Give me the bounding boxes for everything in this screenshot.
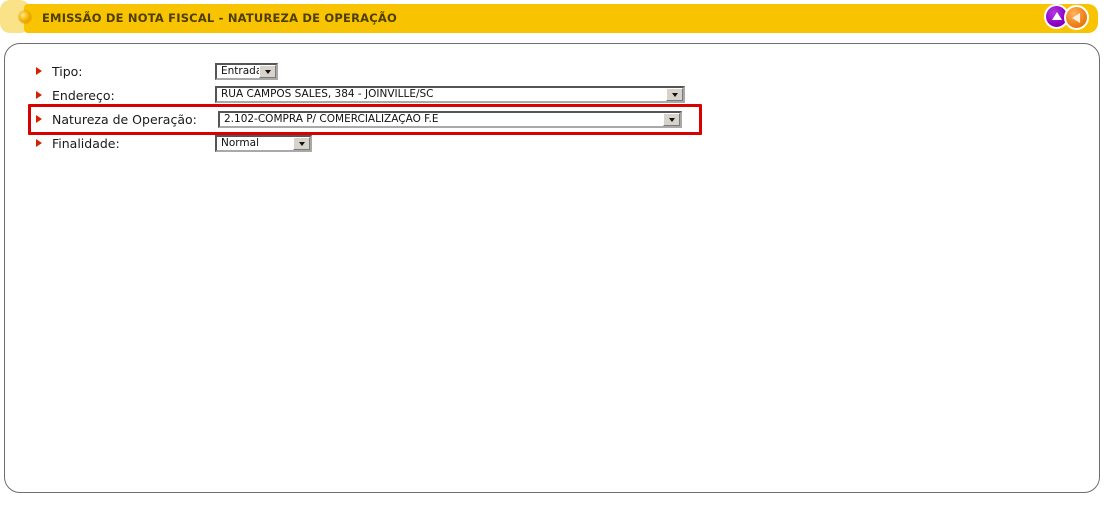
- natureza-select[interactable]: 2.102-COMPRA P/ COMERCIALIZAÇÃO F.E: [218, 111, 682, 128]
- dropdown-arrow-button[interactable]: [259, 65, 276, 78]
- triangle-left-icon: [1072, 13, 1080, 23]
- dropdown-arrow-button[interactable]: [666, 88, 683, 101]
- sphere-bullet-icon: [19, 11, 31, 23]
- page-title: EMISSÃO DE NOTA FISCAL - NATUREZA DE OPE…: [42, 11, 397, 25]
- dropdown-arrow-button[interactable]: [293, 137, 310, 150]
- back-button[interactable]: [1064, 5, 1089, 30]
- endereco-label: Endereço:: [52, 87, 115, 104]
- chevron-down-icon: [669, 118, 675, 122]
- tipo-select-value: Entrada: [221, 65, 259, 78]
- chevron-down-icon: [265, 70, 271, 74]
- endereco-select[interactable]: RUA CAMPOS SALES, 384 - JOINVILLE/SC: [215, 86, 685, 103]
- field-bullet-icon: [36, 67, 42, 75]
- finalidade-select-value: Normal: [221, 137, 293, 150]
- dropdown-arrow-button[interactable]: [663, 113, 680, 126]
- field-bullet-icon: [36, 139, 42, 147]
- natureza-select-value: 2.102-COMPRA P/ COMERCIALIZAÇÃO F.E: [224, 113, 663, 126]
- finalidade-select[interactable]: Normal: [215, 135, 312, 152]
- field-bullet-icon: [36, 115, 42, 123]
- tipo-select[interactable]: Entrada: [215, 63, 278, 80]
- finalidade-label: Finalidade:: [52, 135, 120, 152]
- chevron-down-icon: [672, 93, 678, 97]
- triangle-up-icon: [1052, 12, 1062, 20]
- natureza-label: Natureza de Operação:: [52, 111, 197, 128]
- field-bullet-icon: [36, 91, 42, 99]
- endereco-select-value: RUA CAMPOS SALES, 384 - JOINVILLE/SC: [221, 88, 666, 101]
- chevron-down-icon: [299, 142, 305, 146]
- tipo-label: Tipo:: [52, 63, 83, 80]
